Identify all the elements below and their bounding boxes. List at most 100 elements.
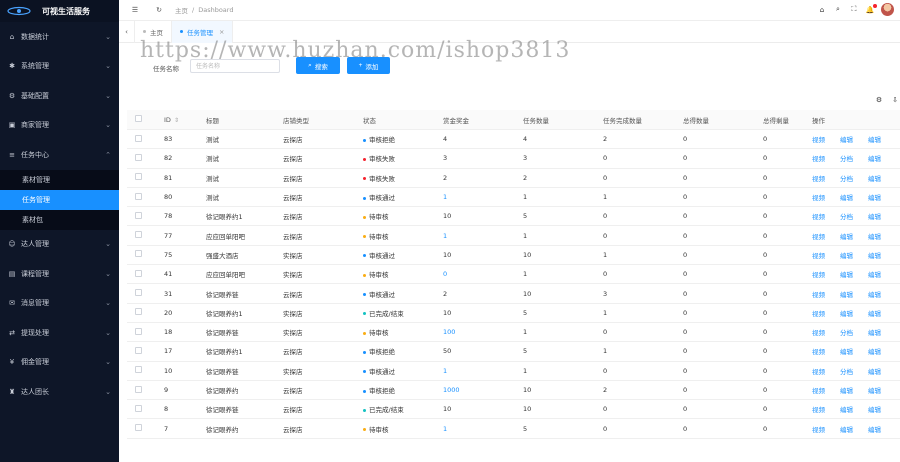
sidebar-item-3[interactable]: ▣ 商家管理 ⌄ — [0, 111, 119, 141]
row-checkbox[interactable] — [127, 424, 153, 433]
row-action-link[interactable]: 编辑 — [840, 192, 868, 202]
row-checkbox[interactable] — [127, 211, 153, 221]
add-button[interactable]: + 添加 — [347, 57, 390, 74]
row-action-link[interactable]: 编辑 — [868, 308, 896, 318]
row-action-link[interactable]: 视频 — [812, 192, 840, 202]
row-action-link[interactable]: 编辑 — [868, 346, 896, 356]
row-action-link[interactable]: 编辑 — [868, 327, 896, 337]
row-checkbox[interactable] — [127, 231, 153, 240]
tabs-prev-icon[interactable]: ‹ — [119, 20, 135, 43]
row-action-link[interactable]: 编辑 — [868, 289, 896, 299]
search-icon[interactable]: ⌕ — [833, 5, 843, 15]
menu-toggle-icon[interactable]: ☰ — [127, 2, 143, 18]
select-all-checkbox[interactable] — [127, 115, 153, 124]
row-action-link[interactable]: 视频 — [812, 250, 840, 260]
sidebar-item-b1[interactable]: ▤ 课程管理 ⌄ — [0, 259, 119, 289]
sidebar-item-1[interactable]: ✱ 系统管理 ⌄ — [0, 52, 119, 82]
row-action-link[interactable]: 视频 — [812, 289, 840, 299]
row-action-link[interactable]: 编辑 — [840, 346, 868, 356]
home-icon[interactable]: ⌂ — [817, 5, 827, 15]
bell-icon[interactable]: 🔔 — [865, 3, 877, 15]
row-action-link[interactable]: 编辑 — [840, 269, 868, 279]
sidebar-item-2[interactable]: ⚙ 基础配置 ⌄ — [0, 81, 119, 111]
row-action-link[interactable]: 视频 — [812, 173, 840, 183]
row-action-link[interactable]: 编辑 — [868, 269, 896, 279]
row-action-link[interactable]: 分档 — [840, 211, 868, 221]
export-icon[interactable]: ⇩ — [890, 95, 900, 105]
task-name-input[interactable] — [190, 59, 280, 73]
row-checkbox[interactable] — [127, 192, 153, 202]
breadcrumb-dashboard[interactable]: Dashboard — [198, 6, 233, 14]
row-action-link[interactable]: 视频 — [812, 424, 840, 434]
sidebar-item-b3[interactable]: ⇄ 提现处理 ⌄ — [0, 318, 119, 348]
row-action-link[interactable]: 分档 — [840, 153, 868, 163]
breadcrumb-home[interactable]: 主页 — [175, 5, 188, 15]
search-button[interactable]: ⌕ 搜索 — [296, 57, 340, 74]
row-action-link[interactable]: 编辑 — [868, 231, 896, 241]
row-checkbox[interactable] — [127, 404, 153, 414]
row-action-link[interactable]: 编辑 — [868, 385, 896, 395]
row-action-link[interactable]: 视频 — [812, 385, 840, 395]
row-action-link[interactable]: 编辑 — [868, 404, 896, 414]
row-action-link[interactable]: 分档 — [840, 366, 868, 376]
submenu-item-0[interactable]: 素材管理 — [0, 169, 119, 190]
tab-home[interactable]: 主页 — [135, 20, 172, 43]
row-checkbox[interactable] — [127, 385, 153, 395]
row-action-link[interactable]: 编辑 — [840, 308, 868, 318]
row-action-link[interactable]: 视频 — [812, 134, 840, 144]
row-checkbox[interactable] — [127, 173, 153, 182]
submenu-item-2[interactable]: 素材包 — [0, 209, 119, 230]
row-action-link[interactable]: 编辑 — [868, 424, 896, 434]
row-checkbox[interactable] — [127, 346, 153, 356]
column-header-id[interactable]: ID ⇕ — [153, 116, 206, 124]
row-action-link[interactable]: 编辑 — [868, 173, 896, 183]
sidebar-item-b0[interactable]: ☺ 达人管理 ⌄ — [0, 230, 119, 260]
row-action-link[interactable]: 视频 — [812, 153, 840, 163]
row-checkbox[interactable] — [127, 327, 153, 337]
sidebar-item-0[interactable]: ⌂ 数据统计 ⌄ — [0, 22, 119, 52]
sidebar-item-b5[interactable]: ♜ 达人团长 ⌄ — [0, 377, 119, 407]
row-action-link[interactable]: 编辑 — [868, 211, 896, 221]
row-checkbox[interactable] — [127, 269, 153, 279]
row-checkbox[interactable] — [127, 308, 153, 317]
row-checkbox[interactable] — [127, 134, 153, 144]
row-action-link[interactable]: 编辑 — [868, 192, 896, 202]
cell-ops: 视频 编辑 编辑 — [812, 192, 900, 202]
submenu-item-1[interactable]: 任务管理 — [0, 189, 119, 210]
row-action-link[interactable]: 视频 — [812, 366, 840, 376]
sort-icon[interactable]: ⇕ — [174, 117, 179, 124]
row-action-link[interactable]: 编辑 — [868, 250, 896, 260]
row-action-link[interactable]: 编辑 — [840, 385, 868, 395]
sidebar-item-b2[interactable]: ✉ 消息管理 ⌄ — [0, 289, 119, 319]
row-action-link[interactable]: 视频 — [812, 346, 840, 356]
row-action-link[interactable]: 视频 — [812, 269, 840, 279]
row-action-link[interactable]: 编辑 — [868, 134, 896, 144]
fullscreen-icon[interactable]: ⛶ — [849, 5, 859, 15]
sidebar-item-4[interactable]: ≡ 任务中心 ⌃ — [0, 140, 119, 170]
row-checkbox[interactable] — [127, 289, 153, 298]
avatar[interactable] — [881, 3, 894, 16]
row-action-link[interactable]: 视频 — [812, 404, 840, 414]
row-checkbox[interactable] — [127, 366, 153, 375]
row-checkbox[interactable] — [127, 250, 153, 259]
row-action-link[interactable]: 编辑 — [840, 231, 868, 241]
row-action-link[interactable]: 编辑 — [840, 250, 868, 260]
row-action-link[interactable]: 编辑 — [868, 366, 896, 376]
row-action-link[interactable]: 视频 — [812, 231, 840, 241]
row-action-link[interactable]: 编辑 — [840, 404, 868, 414]
row-action-link[interactable]: 视频 — [812, 327, 840, 337]
sidebar-item-b4[interactable]: ¥ 佣金管理 ⌄ — [0, 348, 119, 378]
refresh-icon[interactable]: ↻ — [151, 2, 167, 18]
row-action-link[interactable]: 编辑 — [840, 289, 868, 299]
close-icon[interactable]: × — [219, 28, 224, 36]
row-action-link[interactable]: 编辑 — [840, 134, 868, 144]
row-action-link[interactable]: 分档 — [840, 173, 868, 183]
row-action-link[interactable]: 视频 — [812, 211, 840, 221]
row-action-link[interactable]: 视频 — [812, 308, 840, 318]
settings-icon[interactable]: ⚙ — [874, 95, 884, 105]
tab-task-management[interactable]: 任务管理 × — [172, 20, 234, 43]
row-action-link[interactable]: 分档 — [840, 327, 868, 337]
row-action-link[interactable]: 编辑 — [868, 153, 896, 163]
row-action-link[interactable]: 编辑 — [840, 424, 868, 434]
row-checkbox[interactable] — [127, 153, 153, 163]
